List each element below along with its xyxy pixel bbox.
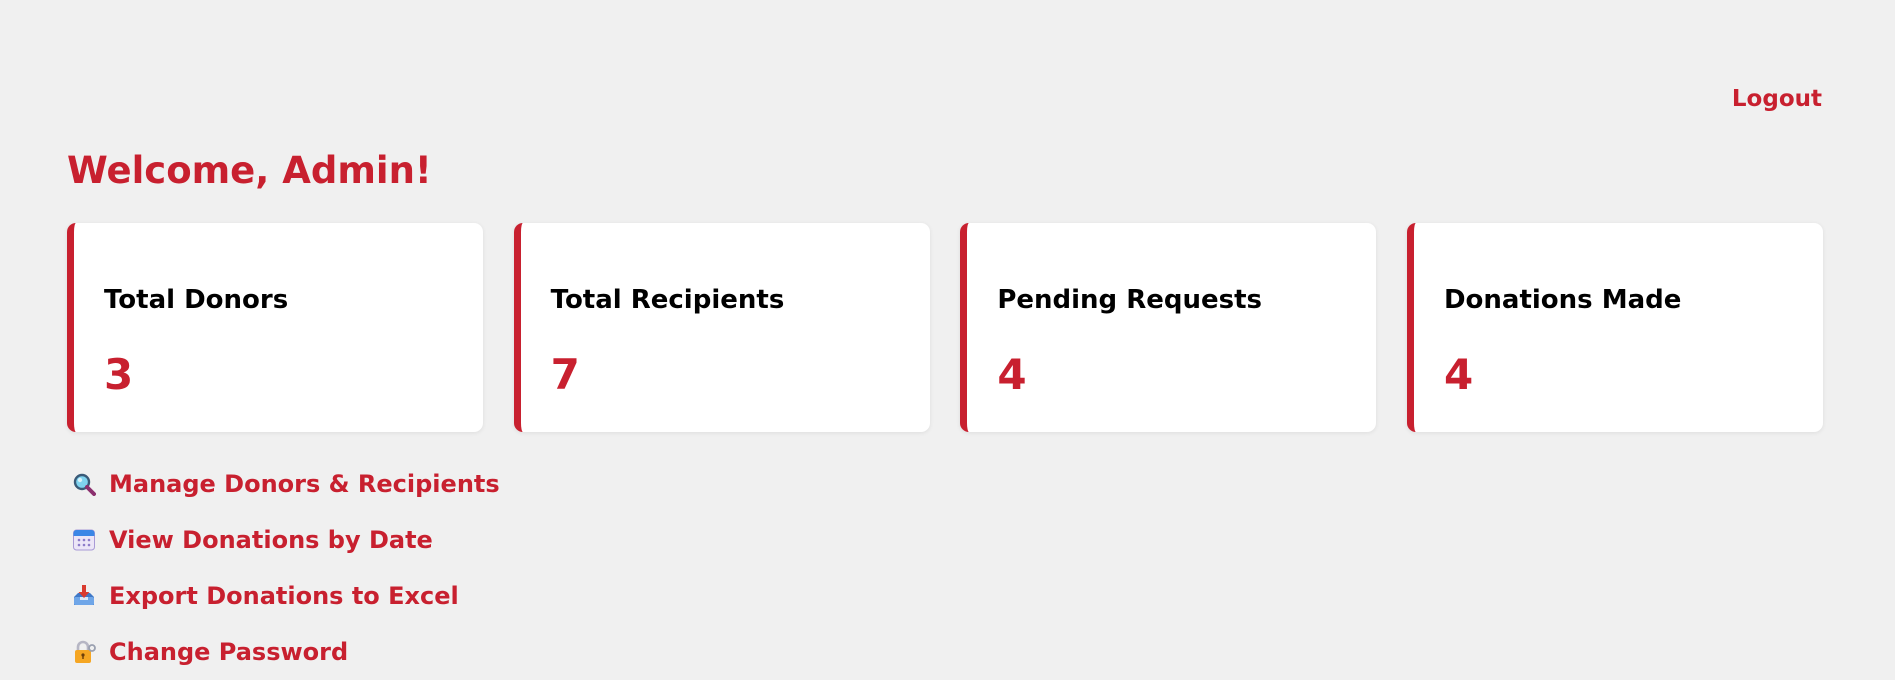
stat-value: 4 [1443, 350, 1474, 399]
change-password-link[interactable]: Change Password [71, 624, 500, 680]
stat-card-total-donors: Total Donors 3 [67, 223, 483, 432]
stats-cards: Total Donors 3 Total Recipients 7 Pendin… [67, 223, 1823, 432]
stat-value: 4 [997, 350, 1027, 399]
stat-title: Total Donors [104, 285, 289, 315]
link-label: Manage Donors & Recipients [109, 470, 500, 498]
stat-title: Donations Made [1443, 285, 1682, 315]
welcome-heading: Welcome, Admin! [67, 149, 432, 192]
lock-with-key-icon [71, 639, 97, 665]
calendar-icon [71, 527, 97, 553]
export-donations-to-excel-link[interactable]: Export Donations to Excel [71, 568, 500, 624]
magnifying-glass-icon [71, 471, 97, 497]
stat-card-pending-requests: Pending Requests 4 [960, 223, 1377, 432]
inbox-download-icon [71, 583, 97, 609]
admin-links: Manage Donors & Recipients View Donation… [71, 456, 500, 680]
stat-value: 7 [550, 350, 580, 399]
link-label: Export Donations to Excel [109, 582, 459, 610]
logout-link[interactable]: Logout [1732, 86, 1822, 112]
manage-donors-recipients-link[interactable]: Manage Donors & Recipients [71, 456, 500, 512]
link-label: View Donations by Date [109, 526, 433, 554]
link-label: Change Password [109, 638, 349, 666]
stat-card-donations-made: Donations Made 4 [1406, 223, 1823, 432]
view-donations-by-date-link[interactable]: View Donations by Date [71, 512, 500, 568]
stat-title: Total Recipients [550, 285, 785, 315]
stat-title: Pending Requests [997, 285, 1262, 315]
stat-card-total-recipients: Total Recipients 7 [513, 223, 930, 432]
stat-value: 3 [104, 350, 134, 399]
